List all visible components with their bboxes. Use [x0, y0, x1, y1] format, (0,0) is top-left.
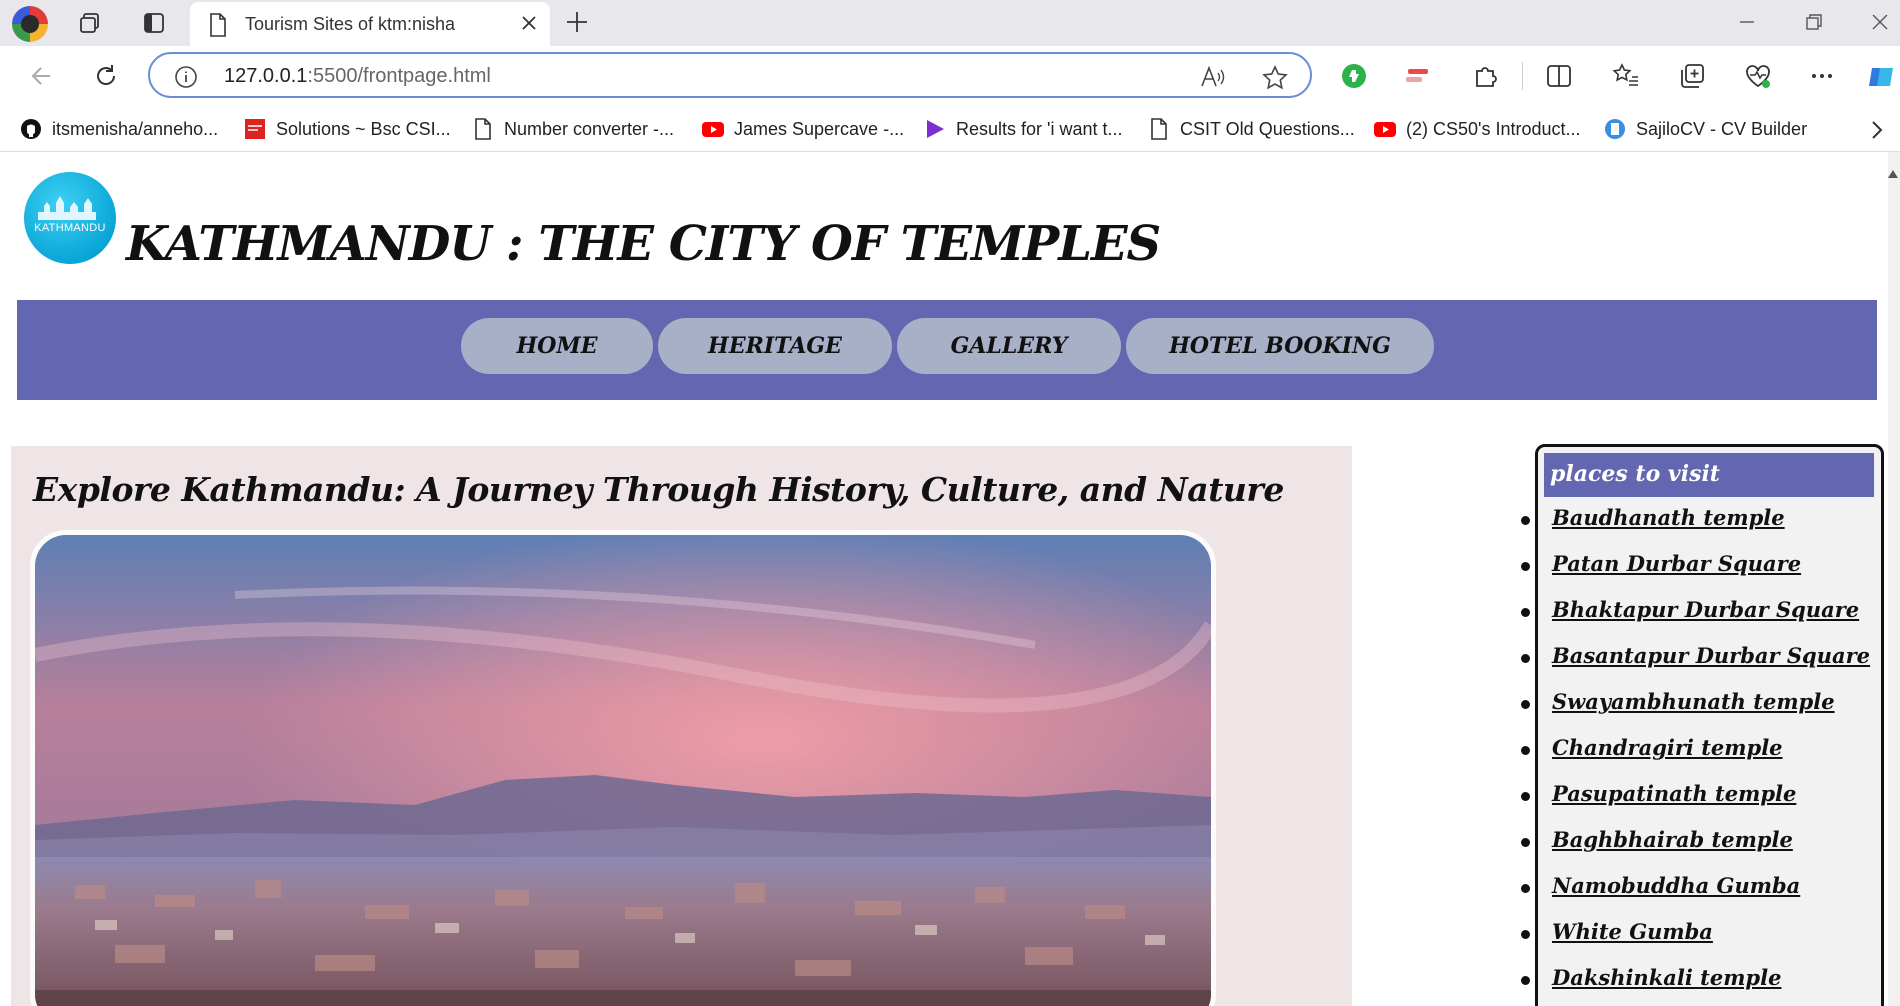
favorites-list-icon[interactable] [1612, 62, 1640, 90]
nav-gallery[interactable]: GALLERY [897, 318, 1121, 374]
extensions-puzzle-icon[interactable] [1472, 62, 1500, 90]
profile-avatar[interactable] [12, 6, 48, 42]
bookmarks-bar: itsmenisha/anneho... Solutions ~ Bsc CSI… [0, 106, 1900, 152]
bookmark-label: Solutions ~ Bsc CSI... [276, 118, 451, 139]
bookmark-item[interactable]: CSIT Old Questions... [1148, 116, 1355, 142]
browser-essentials-icon[interactable] [1744, 62, 1772, 90]
chevron-right-icon[interactable] [1868, 120, 1886, 140]
places-sidebar: places to visit Baudhanath temple Patan … [1521, 444, 1884, 1006]
place-link[interactable]: Basantapur Durbar Square [1521, 643, 1870, 675]
play-icon [927, 120, 944, 138]
place-link[interactable]: Swayambhunath temple [1521, 689, 1835, 721]
url-text[interactable]: 127.0.0.1:5500/frontpage.html [224, 65, 491, 88]
page-icon [1151, 118, 1167, 140]
explore-heading: Explore Kathmandu: A Journey Through His… [33, 470, 1284, 509]
site-info-icon[interactable] [174, 65, 198, 89]
url-path: :5500/frontpage.html [307, 65, 491, 87]
split-screen-icon[interactable] [1545, 62, 1573, 90]
bookmark-label: James Supercave -... [734, 118, 905, 139]
place-link[interactable]: White Gumba [1521, 919, 1713, 951]
bullet [1521, 654, 1530, 663]
refresh-icon[interactable] [92, 62, 120, 90]
city-panorama-image [35, 535, 1211, 1006]
bullet [1521, 792, 1530, 801]
logo-text: KATHMANDU [34, 222, 106, 234]
bullet [1521, 976, 1530, 985]
browser-toolbar: 127.0.0.1:5500/frontpage.html [0, 46, 1900, 106]
bullet [1521, 608, 1530, 617]
bookmark-item[interactable]: Solutions ~ Bsc CSI... [244, 116, 451, 142]
main-nav: HOME HERITAGE GALLERY HOTEL BOOKING [17, 300, 1877, 400]
place-link[interactable]: Baghbhairab temple [1521, 827, 1793, 859]
bullet [1521, 700, 1530, 709]
bookmark-item[interactable]: SajiloCV - CV Builder [1604, 116, 1807, 142]
url-host: 127.0.0.1 [224, 65, 308, 87]
scroll-up-arrow-icon[interactable] [1888, 170, 1898, 178]
nav-hotel-booking[interactable]: HOTEL BOOKING [1126, 318, 1434, 374]
bookmark-label: itsmenisha/anneho... [52, 118, 219, 139]
place-link[interactable]: Chandragiri temple [1521, 735, 1783, 767]
favorite-star-icon[interactable] [1262, 65, 1288, 91]
close-tab-icon[interactable] [520, 14, 538, 32]
back-icon[interactable] [28, 62, 56, 90]
close-window-icon[interactable] [1868, 10, 1892, 34]
read-aloud-icon[interactable] [1200, 65, 1226, 89]
page-scrollbar[interactable] [1888, 152, 1900, 1006]
bookmark-label: SajiloCV - CV Builder [1636, 118, 1808, 139]
browser-tab-bar: Tourism Sites of ktm:nisha [0, 0, 1900, 46]
bookmark-item[interactable]: (2) CS50's Introduct... [1374, 116, 1581, 142]
youtube-icon [1374, 122, 1396, 137]
bookmark-label: (2) CS50's Introduct... [1406, 118, 1581, 139]
place-link[interactable]: Dakshinkali temple [1521, 965, 1781, 997]
place-link[interactable]: Pasupatinath temple [1521, 781, 1796, 813]
temple-skyline-icon [38, 196, 96, 220]
address-bar[interactable]: 127.0.0.1:5500/frontpage.html [148, 52, 1312, 98]
bookmark-item[interactable]: Results for 'i want t... [924, 116, 1123, 142]
place-link[interactable]: Namobuddha Gumba [1521, 873, 1800, 905]
copilot-icon[interactable] [1866, 62, 1896, 92]
bookmark-item[interactable]: James Supercave -... [702, 116, 904, 142]
extension-red-icon[interactable] [1404, 62, 1432, 90]
bookmark-label: CSIT Old Questions... [1180, 118, 1355, 139]
collections-icon[interactable] [1678, 62, 1706, 90]
bullet [1521, 838, 1530, 847]
minimize-icon[interactable] [1735, 10, 1759, 34]
restore-icon[interactable] [1802, 10, 1826, 34]
active-tab[interactable]: Tourism Sites of ktm:nisha [190, 2, 550, 46]
place-link[interactable]: Bhaktapur Durbar Square [1521, 597, 1859, 629]
bullet [1521, 930, 1530, 939]
toolbar-divider [1522, 62, 1523, 90]
workspaces-icon[interactable] [78, 11, 102, 35]
site-logo[interactable]: KATHMANDU [24, 172, 116, 264]
place-link[interactable]: Patan Durbar Square [1521, 551, 1801, 583]
vertical-tabs-icon[interactable] [142, 11, 166, 35]
kathmandu-hero-image [30, 530, 1216, 1006]
bullet [1521, 562, 1530, 571]
sidebar-heading: places to visit [1550, 461, 1720, 487]
bookmark-item[interactable]: Number converter -... [472, 116, 674, 142]
bookmark-label: Results for 'i want t... [956, 118, 1123, 139]
page-icon [475, 118, 491, 140]
main-content: Explore Kathmandu: A Journey Through His… [11, 446, 1352, 1006]
bookmark-item[interactable]: itsmenisha/anneho... [20, 116, 218, 142]
place-link[interactable]: Baudhanath temple [1521, 505, 1785, 537]
bullet [1521, 516, 1530, 525]
sidebar-header: places to visit [1544, 453, 1874, 497]
nav-heritage[interactable]: HERITAGE [658, 318, 892, 374]
youtube-icon [702, 122, 724, 137]
web-page: KATHMANDU KATHMANDU : THE CITY OF TEMPLE… [0, 152, 1888, 1006]
bullet [1521, 884, 1530, 893]
extension-green-icon[interactable] [1340, 62, 1368, 90]
nav-home[interactable]: HOME [461, 318, 653, 374]
site-title: KATHMANDU : THE CITY OF TEMPLES [126, 216, 1161, 272]
new-tab-icon[interactable] [565, 10, 589, 34]
page-icon [210, 13, 226, 37]
bookmark-label: Number converter -... [504, 118, 675, 139]
cv-icon [1605, 119, 1625, 139]
tab-title: Tourism Sites of ktm:nisha [245, 14, 456, 34]
site-icon [245, 119, 265, 139]
github-icon [21, 119, 41, 139]
bullet [1521, 746, 1530, 755]
more-options-icon[interactable] [1808, 62, 1836, 90]
